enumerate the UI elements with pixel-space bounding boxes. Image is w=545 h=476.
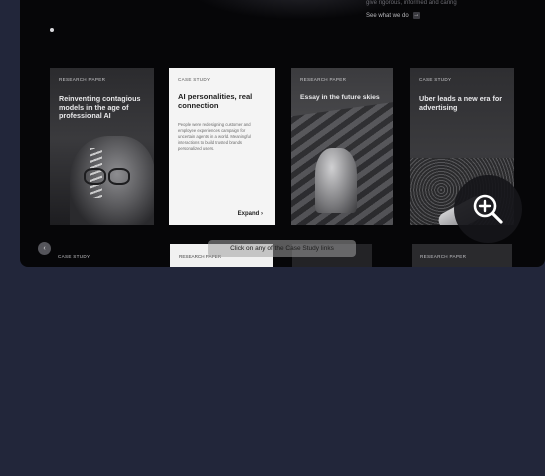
card-future-skies[interactable]: Research Paper Essay in the future skies [291,68,393,225]
carousel-dot[interactable] [50,28,54,32]
card-tag: Research Paper [300,77,347,82]
card-tag: Research Paper [59,77,106,82]
zoom-button[interactable] [454,175,522,243]
expand-label: Expand [237,211,260,217]
card-title: Reinventing contagious models in the age… [59,94,141,121]
card-tag: Case Study [178,77,211,82]
card-tag: Case Study [419,77,452,82]
chevron-right-icon: › [261,211,263,217]
card-title: Essay in the future skies [300,94,380,101]
card-ai-personalities[interactable]: Case Study AI personalities, real connec… [169,68,275,225]
person-image [315,148,357,213]
expand-button[interactable]: Expand › [238,211,263,217]
see-link-label: See what we do [366,12,409,19]
hint-tooltip: Click on any of the Case Study links [208,240,356,257]
arrow-right-icon: → [412,12,420,19]
bottom-card-tag: Case Study [58,254,91,259]
see-what-we-do-link[interactable]: See what we do → [366,12,420,19]
intro-text: give rigorous, informed and caring [366,0,457,6]
card-description: People were redesigning customer and emp… [178,122,251,152]
card-research-contagious-models[interactable]: Research Paper Reinventing contagious mo… [50,68,154,225]
card-title: AI personalities, real connection [178,92,253,111]
bottom-card-tag-right: Research Paper [420,254,467,259]
carousel-prev-button[interactable]: ‹ [38,242,51,255]
zoom-in-icon [473,194,503,224]
glasses-image [84,168,134,185]
card-title: Uber leads a new era for advertising [419,94,503,112]
